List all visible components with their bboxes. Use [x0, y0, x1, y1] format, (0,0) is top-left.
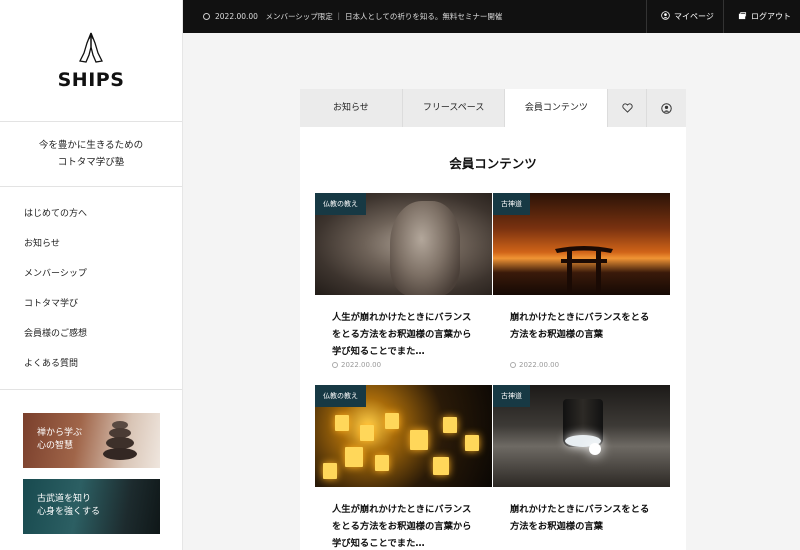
sidebar-nav: はじめての方へ お知らせ メンバーシップ コトタマ学び 会員様のご感想 よくある…	[0, 187, 182, 390]
nav-item-faq[interactable]: よくある質問	[0, 349, 182, 379]
banner-kobudo-line-2: 心身を強くする	[37, 507, 101, 517]
clock-icon	[332, 362, 338, 368]
user-circle-icon	[661, 102, 672, 114]
clock-icon	[203, 13, 210, 20]
banner-zen-line-2: 心の智慧	[37, 441, 74, 451]
lanterns-image: 仏教の教え	[315, 385, 492, 487]
mypage-label: マイページ	[674, 12, 714, 21]
tab-profile[interactable]	[647, 89, 686, 127]
banner-zen-text: 禅から学ぶ 心の智慧	[37, 427, 82, 453]
banner-zen[interactable]: 禅から学ぶ 心の智慧	[23, 413, 160, 468]
banner-kobudo-line-1: 古武道を知り	[37, 494, 92, 504]
content-tabs: お知らせ フリースペース 会員コンテンツ	[300, 89, 686, 127]
nav-item-news[interactable]: お知らせ	[0, 229, 182, 259]
section-title: 会員コンテンツ	[449, 156, 537, 171]
member-content-panel: 会員コンテンツ 仏教の教え 人生が崩れかけたときにバランスをとる方法をお釈迦様の…	[300, 127, 686, 550]
tagline: 今を豊かに生きるための コトタマ学び塾	[0, 122, 182, 187]
category-tag: 仏教の教え	[315, 385, 366, 407]
buddha-image: 仏教の教え	[315, 193, 492, 295]
nav-item-member-reviews[interactable]: 会員様のご感想	[0, 319, 182, 349]
brand-name: SHIPS	[57, 68, 125, 91]
card-title: 人生が崩れかけたときにバランスをとる方法をお釈迦様の言葉から学び知ることでまた…	[332, 504, 472, 549]
tagline-line-2: コトタマ学び塾	[57, 157, 125, 168]
clock-icon	[510, 362, 516, 368]
card-date: 2022.00.00	[332, 361, 381, 369]
tab-member-content[interactable]: 会員コンテンツ	[505, 89, 609, 127]
user-icon	[661, 11, 670, 20]
logout-icon	[738, 12, 747, 20]
praying-hands-icon	[79, 32, 103, 63]
news-text: 2022.00.00 メンバーシップ限定 ｜ 日本人としての祈りを知る。無料セミ…	[215, 12, 503, 21]
logout-label: ログアウト	[751, 12, 791, 21]
banner-kobudo-text: 古武道を知り 心身を強くする	[37, 493, 100, 519]
content-card[interactable]: 古神道 崩れかけたときにバランスをとる方法をお釈迦様の言葉	[493, 385, 670, 550]
tab-news[interactable]: お知らせ	[300, 89, 403, 127]
card-date-text: 2022.00.00	[519, 361, 560, 369]
torii-gate-icon	[555, 246, 613, 293]
heart-icon	[622, 103, 633, 113]
news-ticker[interactable]: 2022.00.00 メンバーシップ限定 ｜ 日本人としての祈りを知る。無料セミ…	[203, 0, 502, 33]
logout-button[interactable]: ログアウト	[723, 0, 800, 33]
stones-image	[102, 421, 138, 461]
card-title: 人生が崩れかけたときにバランスをとる方法をお釈迦様の言葉から学び知ることでまた…	[332, 312, 472, 357]
card-title: 崩れかけたときにバランスをとる方法をお釈迦様の言葉	[510, 504, 650, 532]
card-date-text: 2022.00.00	[341, 361, 382, 369]
card-date: 2022.00.00	[510, 361, 559, 369]
tab-favorites[interactable]	[608, 89, 648, 127]
mypage-button[interactable]: マイページ	[646, 0, 728, 33]
card-title: 崩れかけたときにバランスをとる方法をお釈迦様の言葉	[510, 312, 650, 340]
tab-free-space[interactable]: フリースペース	[402, 89, 506, 127]
category-tag: 古神道	[493, 385, 530, 407]
category-tag: 仏教の教え	[315, 193, 366, 215]
banner-kobudo[interactable]: 古武道を知り 心身を強くする	[23, 479, 160, 534]
nav-item-first-visit[interactable]: はじめての方へ	[0, 199, 182, 229]
category-tag: 古神道	[493, 193, 530, 215]
nav-item-kototama-learning[interactable]: コトタマ学び	[0, 289, 182, 319]
topbar: 2022.00.00 メンバーシップ限定 ｜ 日本人としての祈りを知る。無料セミ…	[183, 0, 800, 33]
banner-zen-line-1: 禅から学ぶ	[37, 428, 83, 438]
tagline-line-1: 今を豊かに生きるための	[38, 140, 144, 151]
torii-image: 古神道	[493, 193, 670, 295]
content-card[interactable]: 仏教の教え 人生が崩れかけたときにバランスをとる方法をお釈迦様の言葉から学び知る…	[315, 385, 492, 550]
sidebar: SHIPS 今を豊かに生きるための コトタマ学び塾 はじめての方へ お知らせ メ…	[0, 0, 183, 550]
content-card[interactable]: 古神道 崩れかけたときにバランスをとる方法をお釈迦様の言葉 2022.00.00	[493, 193, 670, 383]
logo[interactable]: SHIPS	[0, 0, 182, 122]
temple-bell-image: 古神道	[493, 385, 670, 487]
nav-item-membership[interactable]: メンバーシップ	[0, 259, 182, 289]
content-card[interactable]: 仏教の教え 人生が崩れかけたときにバランスをとる方法をお釈迦様の言葉から学び知る…	[315, 193, 492, 383]
